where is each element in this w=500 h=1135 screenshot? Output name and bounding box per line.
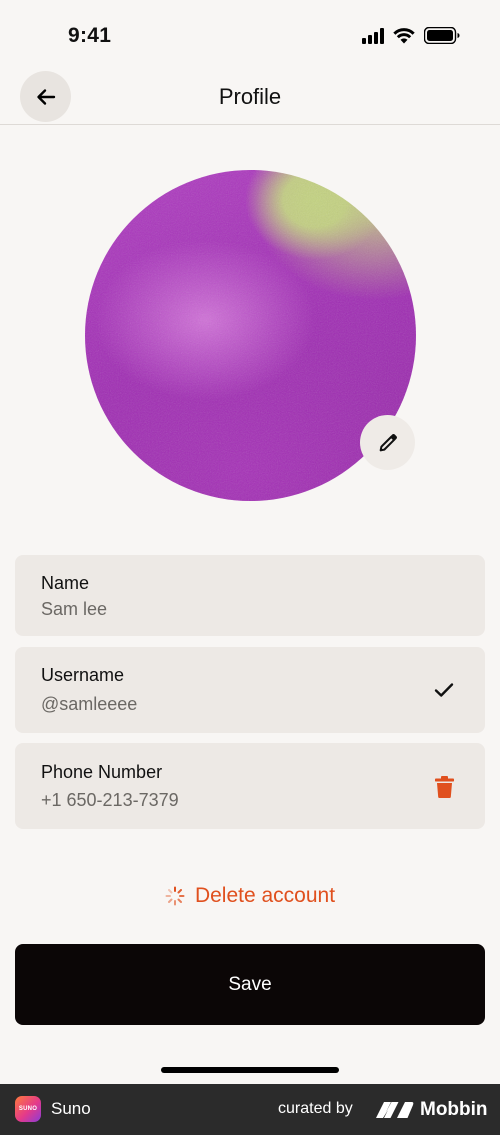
delete-account-button[interactable]: Delete account xyxy=(0,884,500,908)
phone-number-field[interactable]: Phone Number +1 650-213-7379 xyxy=(15,743,485,829)
status-time: 9:41 xyxy=(68,24,112,47)
delete-phone-button[interactable] xyxy=(431,774,457,800)
name-value: Sam lee xyxy=(41,599,108,619)
delete-account-label: Delete account xyxy=(194,884,336,907)
save-button[interactable]: Save xyxy=(15,944,485,1025)
mobbin-logo-icon xyxy=(376,1102,414,1118)
pencil-icon xyxy=(379,433,397,451)
app-name: Suno xyxy=(51,1099,91,1118)
trash-icon xyxy=(434,776,454,798)
checkmark-icon xyxy=(434,683,454,697)
wifi-icon xyxy=(393,27,415,43)
page-title: Profile xyxy=(218,84,282,109)
battery-icon xyxy=(424,27,460,44)
status-bar: 9:41 xyxy=(0,0,500,70)
navigation-bar: Profile xyxy=(0,70,500,125)
status-icons xyxy=(362,27,460,44)
footer-bar: SUNO Suno curated by Mobbin xyxy=(0,1084,500,1135)
suno-app-icon: SUNO xyxy=(15,1096,41,1122)
username-available-indicator xyxy=(431,677,457,703)
home-indicator xyxy=(161,1067,339,1073)
mobbin-logo: Mobbin xyxy=(376,1099,488,1121)
mobbin-brand: Mobbin xyxy=(420,1099,488,1120)
cellular-signal-icon xyxy=(362,27,384,44)
username-label: Username xyxy=(41,665,125,685)
username-value: @samleeee xyxy=(41,694,138,714)
edit-avatar-button[interactable] xyxy=(360,415,415,470)
phone-number-label: Phone Number xyxy=(41,762,163,782)
phone-number-value: +1 650-213-7379 xyxy=(41,790,179,810)
spinner-icon xyxy=(165,886,185,906)
name-label: Name xyxy=(41,573,90,593)
username-field[interactable]: Username @samleeee xyxy=(15,647,485,733)
curated-by-label: curated by xyxy=(278,1100,353,1117)
name-field[interactable]: Name Sam lee xyxy=(15,555,485,636)
